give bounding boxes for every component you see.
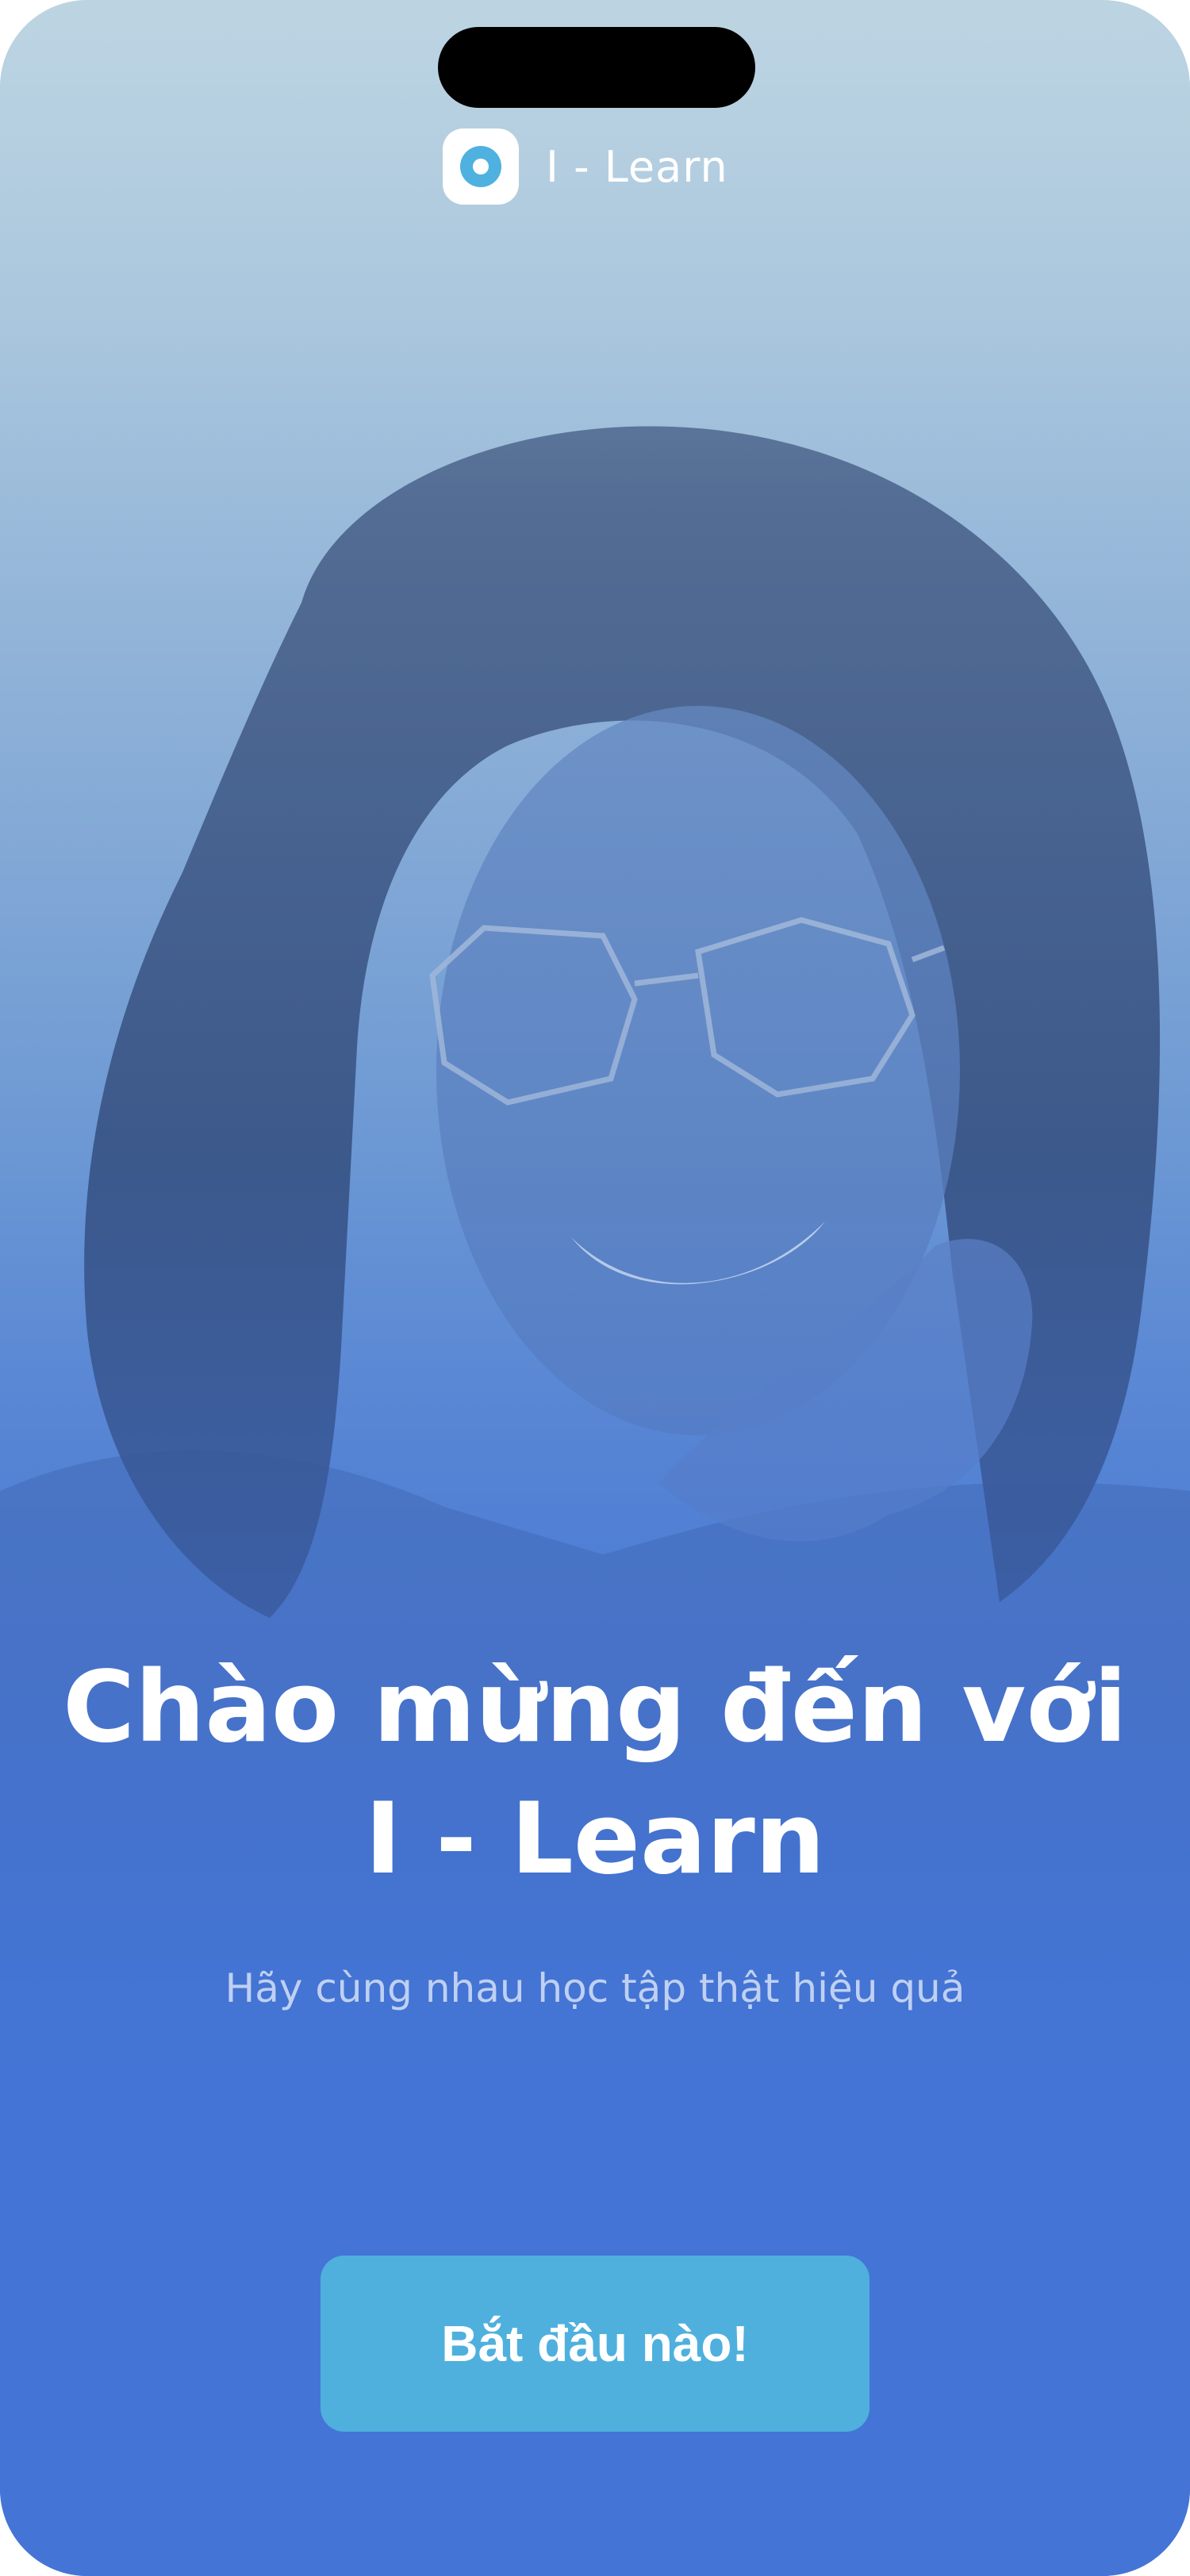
app-name: I - Learn [546,141,728,192]
dynamic-island [438,27,755,108]
welcome-subtitle: Hãy cùng nhau học tập thật hiệu quả [225,1965,965,2011]
start-button[interactable]: Bắt đầu nào! [321,2256,869,2432]
app-screen: I - Learn Chào mừng đến với I - Learn Hã… [0,0,1190,2576]
welcome-title: Chào mừng đến với I - Learn [48,1642,1142,1905]
hero-photo-overlay [0,0,1190,2576]
app-brand: I - Learn [443,128,728,205]
target-dot-icon [443,128,519,205]
welcome-title-line2: I - Learn [364,1782,826,1896]
welcome-title-line1: Chào mừng đến với [63,1650,1127,1765]
